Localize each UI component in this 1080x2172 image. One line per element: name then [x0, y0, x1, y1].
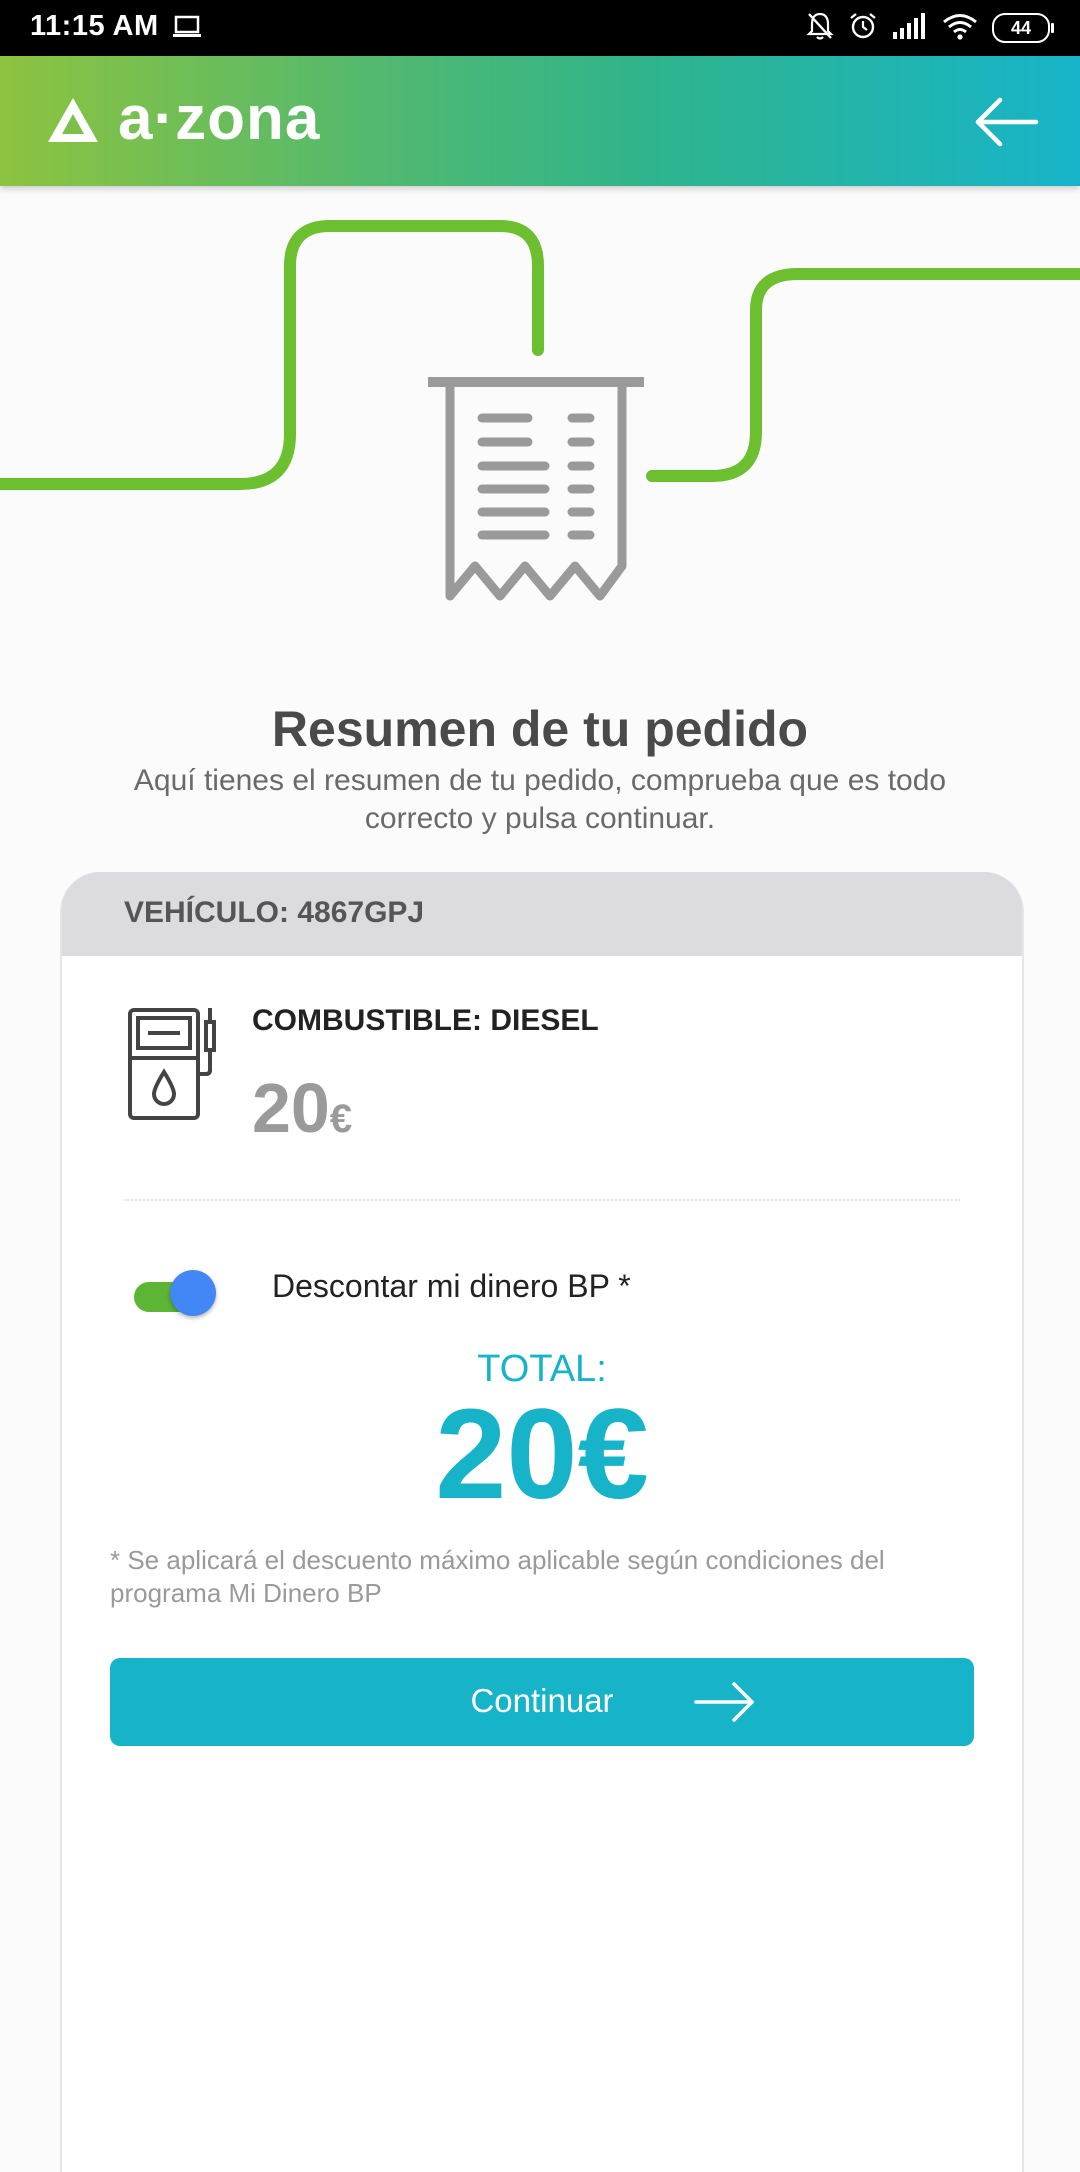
fuel-amount-value: 20 [252, 1069, 330, 1147]
battery-icon: 44 [992, 13, 1054, 43]
bell-off-icon [806, 11, 834, 46]
signal-icon [892, 12, 928, 45]
laptop-icon [172, 14, 202, 45]
receipt-illustration [0, 186, 1080, 631]
discount-toggle-label: Descontar mi dinero BP * [272, 1268, 631, 1304]
status-bar: 11:15 AM 44 [0, 0, 1080, 56]
status-icons: 44 [806, 10, 1054, 46]
receipt-icon [428, 377, 644, 601]
fuel-pump-icon [122, 1002, 218, 1129]
fuel-amount-currency: € [329, 1097, 353, 1141]
discount-note: * Se aplicará el descuento máximo aplica… [110, 1545, 885, 1608]
right-route-line [646, 268, 1080, 482]
alarm-icon [848, 11, 878, 46]
fuel-amount: 20€ [252, 1068, 352, 1148]
total-value: 20€ [435, 1383, 649, 1526]
wifi-icon [942, 12, 978, 45]
back-button[interactable] [974, 92, 1040, 152]
vehicle-label: VEHÍCULO: 4867GPJ [124, 896, 425, 929]
app-logo-text: a·zona [118, 84, 321, 153]
arrow-left-icon [975, 97, 1039, 147]
page-subtitle: Aquí tienes el resumen de tu pedido, com… [133, 764, 947, 835]
azona-logo-icon [46, 96, 100, 151]
fuel-type-label: COMBUSTIBLE: DIESEL [252, 1004, 599, 1037]
card-header: VEHÍCULO: 4867GPJ [62, 872, 1022, 956]
status-time: 11:15 AM [30, 10, 159, 42]
continue-label: Continuar [470, 1682, 614, 1719]
order-summary-card: VEHÍCULO: 4867GPJ COMBUSTIBLE: DIESEL 20… [60, 872, 1024, 2172]
continue-button[interactable]: Continuar [110, 1658, 974, 1746]
app-header: a·zona [0, 56, 1080, 186]
page-title: Resumen de tu pedido [271, 701, 809, 757]
divider [124, 1199, 960, 1201]
arrow-right-icon [692, 1680, 758, 1729]
left-route-line [0, 220, 544, 490]
toggle-knob [170, 1270, 216, 1316]
discount-toggle[interactable] [134, 1268, 218, 1320]
